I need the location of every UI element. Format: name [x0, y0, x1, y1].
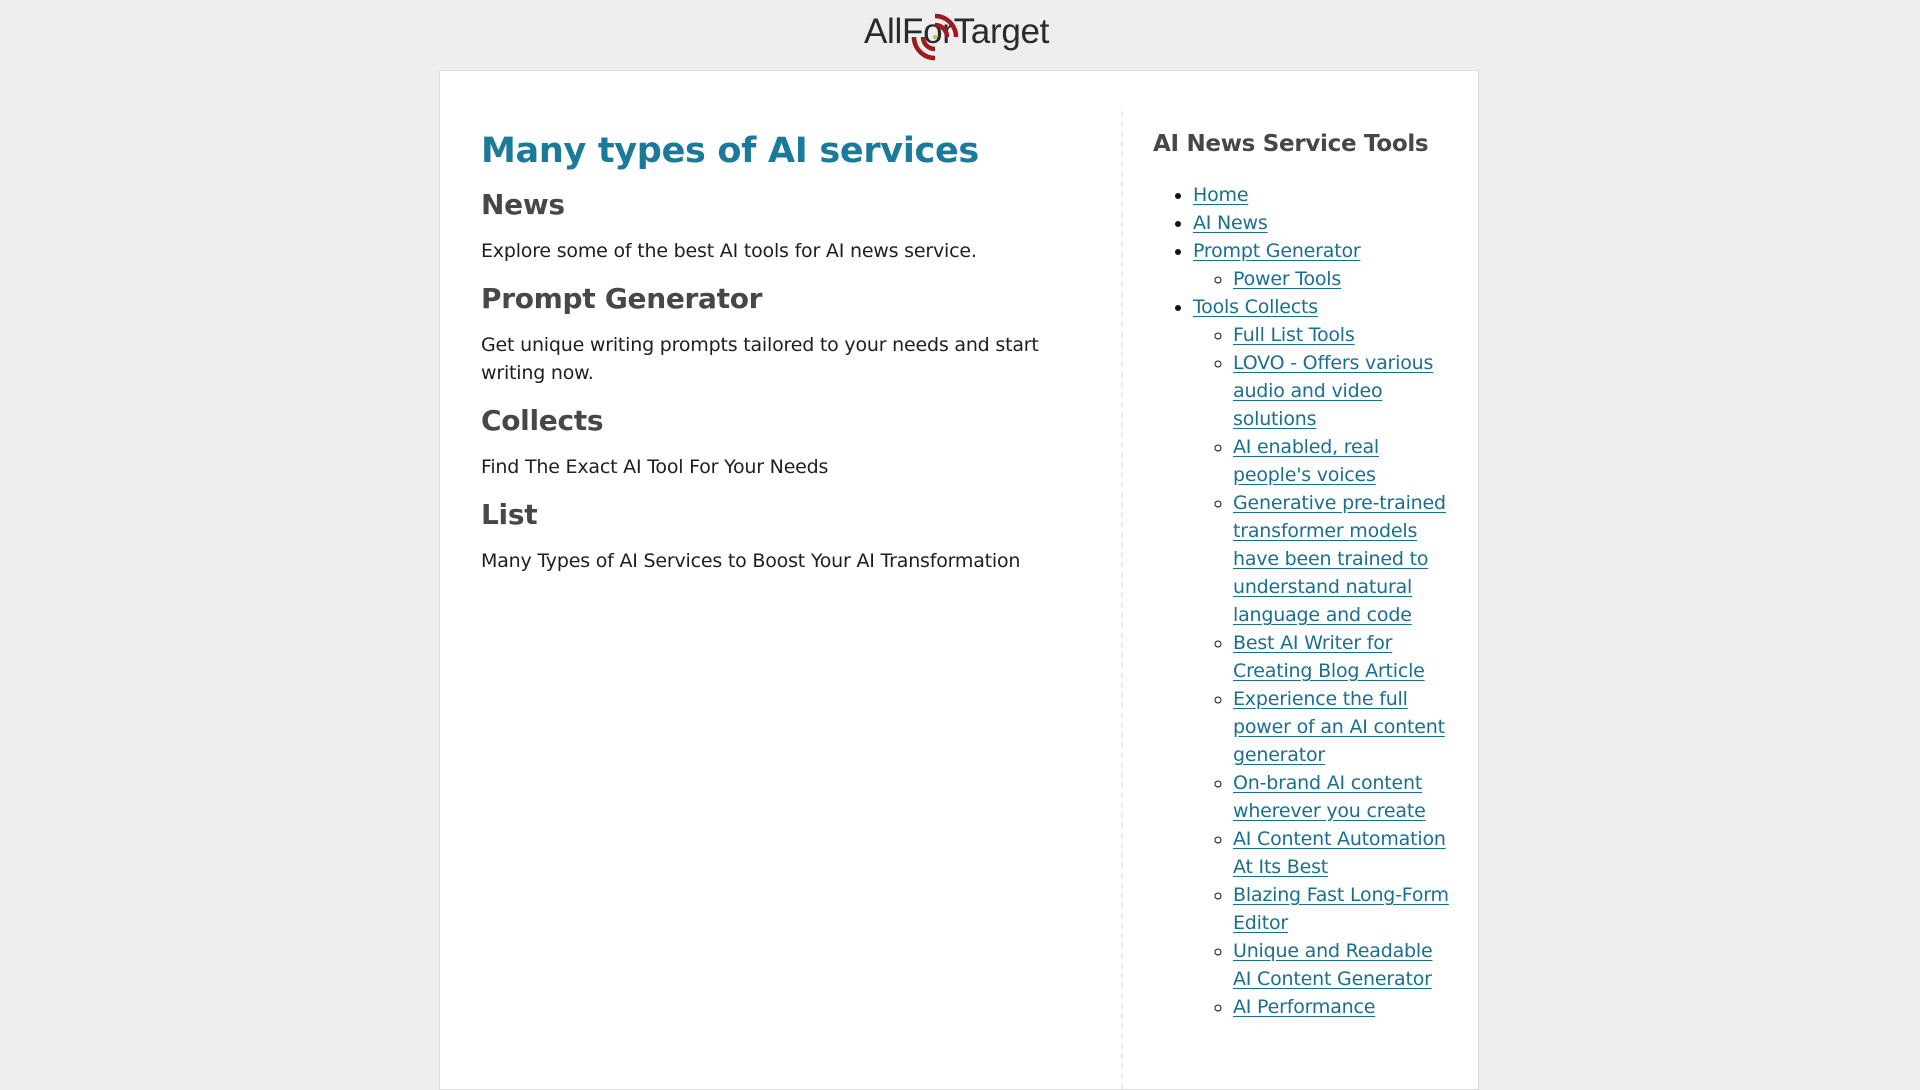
nav-link-best-ai-writer[interactable]: Best AI Writer for Creating Blog Article	[1233, 632, 1425, 682]
logo-text: AllForTarget	[864, 12, 1050, 51]
nav-link-real-voices[interactable]: AI enabled, real people's voices	[1233, 436, 1379, 486]
sidebar-nav: Home AI News Prompt Generator Power Tool…	[1153, 181, 1453, 1021]
nav-subitem: Experience the full power of an AI conte…	[1233, 685, 1453, 769]
nav-link-gpt-models[interactable]: Generative pre-trained transformer model…	[1233, 492, 1446, 626]
nav-item-home: Home	[1193, 181, 1453, 209]
nav-subitem: AI enabled, real people's voices	[1233, 433, 1453, 489]
section-text-list: Many Types of AI Services to Boost Your …	[481, 550, 1021, 572]
section-heading-prompt-generator: Prompt Generator	[481, 282, 763, 315]
nav-subitem: Generative pre-trained transformer model…	[1233, 489, 1453, 629]
content-card: Many types of AI services News Explore s…	[439, 70, 1479, 1090]
nav-link-content-generator-power[interactable]: Experience the full power of an AI conte…	[1233, 688, 1445, 766]
section-heading-collects: Collects	[481, 404, 604, 437]
main-content: Many types of AI services News Explore s…	[481, 129, 1061, 591]
nav-link-ai-news[interactable]: AI News	[1193, 212, 1268, 234]
nav-subitem: Unique and Readable AI Content Generator	[1233, 937, 1453, 993]
site-header: AllForTarget	[0, 0, 1920, 70]
sidebar-title: AI News Service Tools	[1153, 131, 1429, 157]
section-text-news: Explore some of the best AI tools for AI…	[481, 240, 977, 262]
section-text-collects: Find The Exact AI Tool For Your Needs	[481, 456, 829, 478]
nav-link-full-list-tools[interactable]: Full List Tools	[1233, 324, 1355, 346]
section-heading-news: News	[481, 188, 565, 221]
nav-link-ai-performance[interactable]: AI Performance	[1233, 996, 1375, 1018]
page-title: Many types of AI services	[481, 131, 979, 171]
nav-item-prompt-generator: Prompt Generator Power Tools	[1193, 237, 1453, 293]
nav-link-content-automation[interactable]: AI Content Automation At Its Best	[1233, 828, 1446, 878]
nav-link-long-form-editor[interactable]: Blazing Fast Long-Form Editor	[1233, 884, 1449, 934]
nav-link-readable-content[interactable]: Unique and Readable AI Content Generator	[1233, 940, 1433, 990]
nav-link-prompt-generator[interactable]: Prompt Generator	[1193, 240, 1361, 262]
nav-subitem: Power Tools	[1233, 265, 1453, 293]
nav-subitem: On-brand AI content wherever you create	[1233, 769, 1453, 825]
nav-link-home[interactable]: Home	[1193, 184, 1249, 206]
nav-link-tools-collects[interactable]: Tools Collects	[1193, 296, 1318, 318]
section-heading-list: List	[481, 498, 538, 531]
sidebar: AI News Service Tools Home AI News Promp…	[1153, 127, 1453, 1021]
nav-item-tools-collects: Tools Collects Full List Tools LOVO - Of…	[1193, 293, 1453, 1021]
nav-link-power-tools[interactable]: Power Tools	[1233, 268, 1341, 290]
nav-link-lovo[interactable]: LOVO - Offers various audio and video so…	[1233, 352, 1433, 430]
nav-sublist-prompt-generator: Power Tools	[1193, 265, 1453, 293]
nav-sublist-tools-collects: Full List Tools LOVO - Offers various au…	[1193, 321, 1453, 1021]
nav-item-ai-news: AI News	[1193, 209, 1453, 237]
section-text-prompt-generator: Get unique writing prompts tailored to y…	[481, 334, 1039, 384]
nav-subitem: AI Content Automation At Its Best	[1233, 825, 1453, 881]
nav-subitem: LOVO - Offers various audio and video so…	[1233, 349, 1453, 433]
nav-subitem: AI Performance	[1233, 993, 1453, 1021]
nav-subitem: Blazing Fast Long-Form Editor	[1233, 881, 1453, 937]
nav-subitem: Full List Tools	[1233, 321, 1453, 349]
column-divider	[1121, 111, 1123, 1089]
nav-subitem: Best AI Writer for Creating Blog Article	[1233, 629, 1453, 685]
site-logo[interactable]: AllForTarget	[864, 10, 1050, 61]
nav-link-on-brand-content[interactable]: On-brand AI content wherever you create	[1233, 772, 1426, 822]
